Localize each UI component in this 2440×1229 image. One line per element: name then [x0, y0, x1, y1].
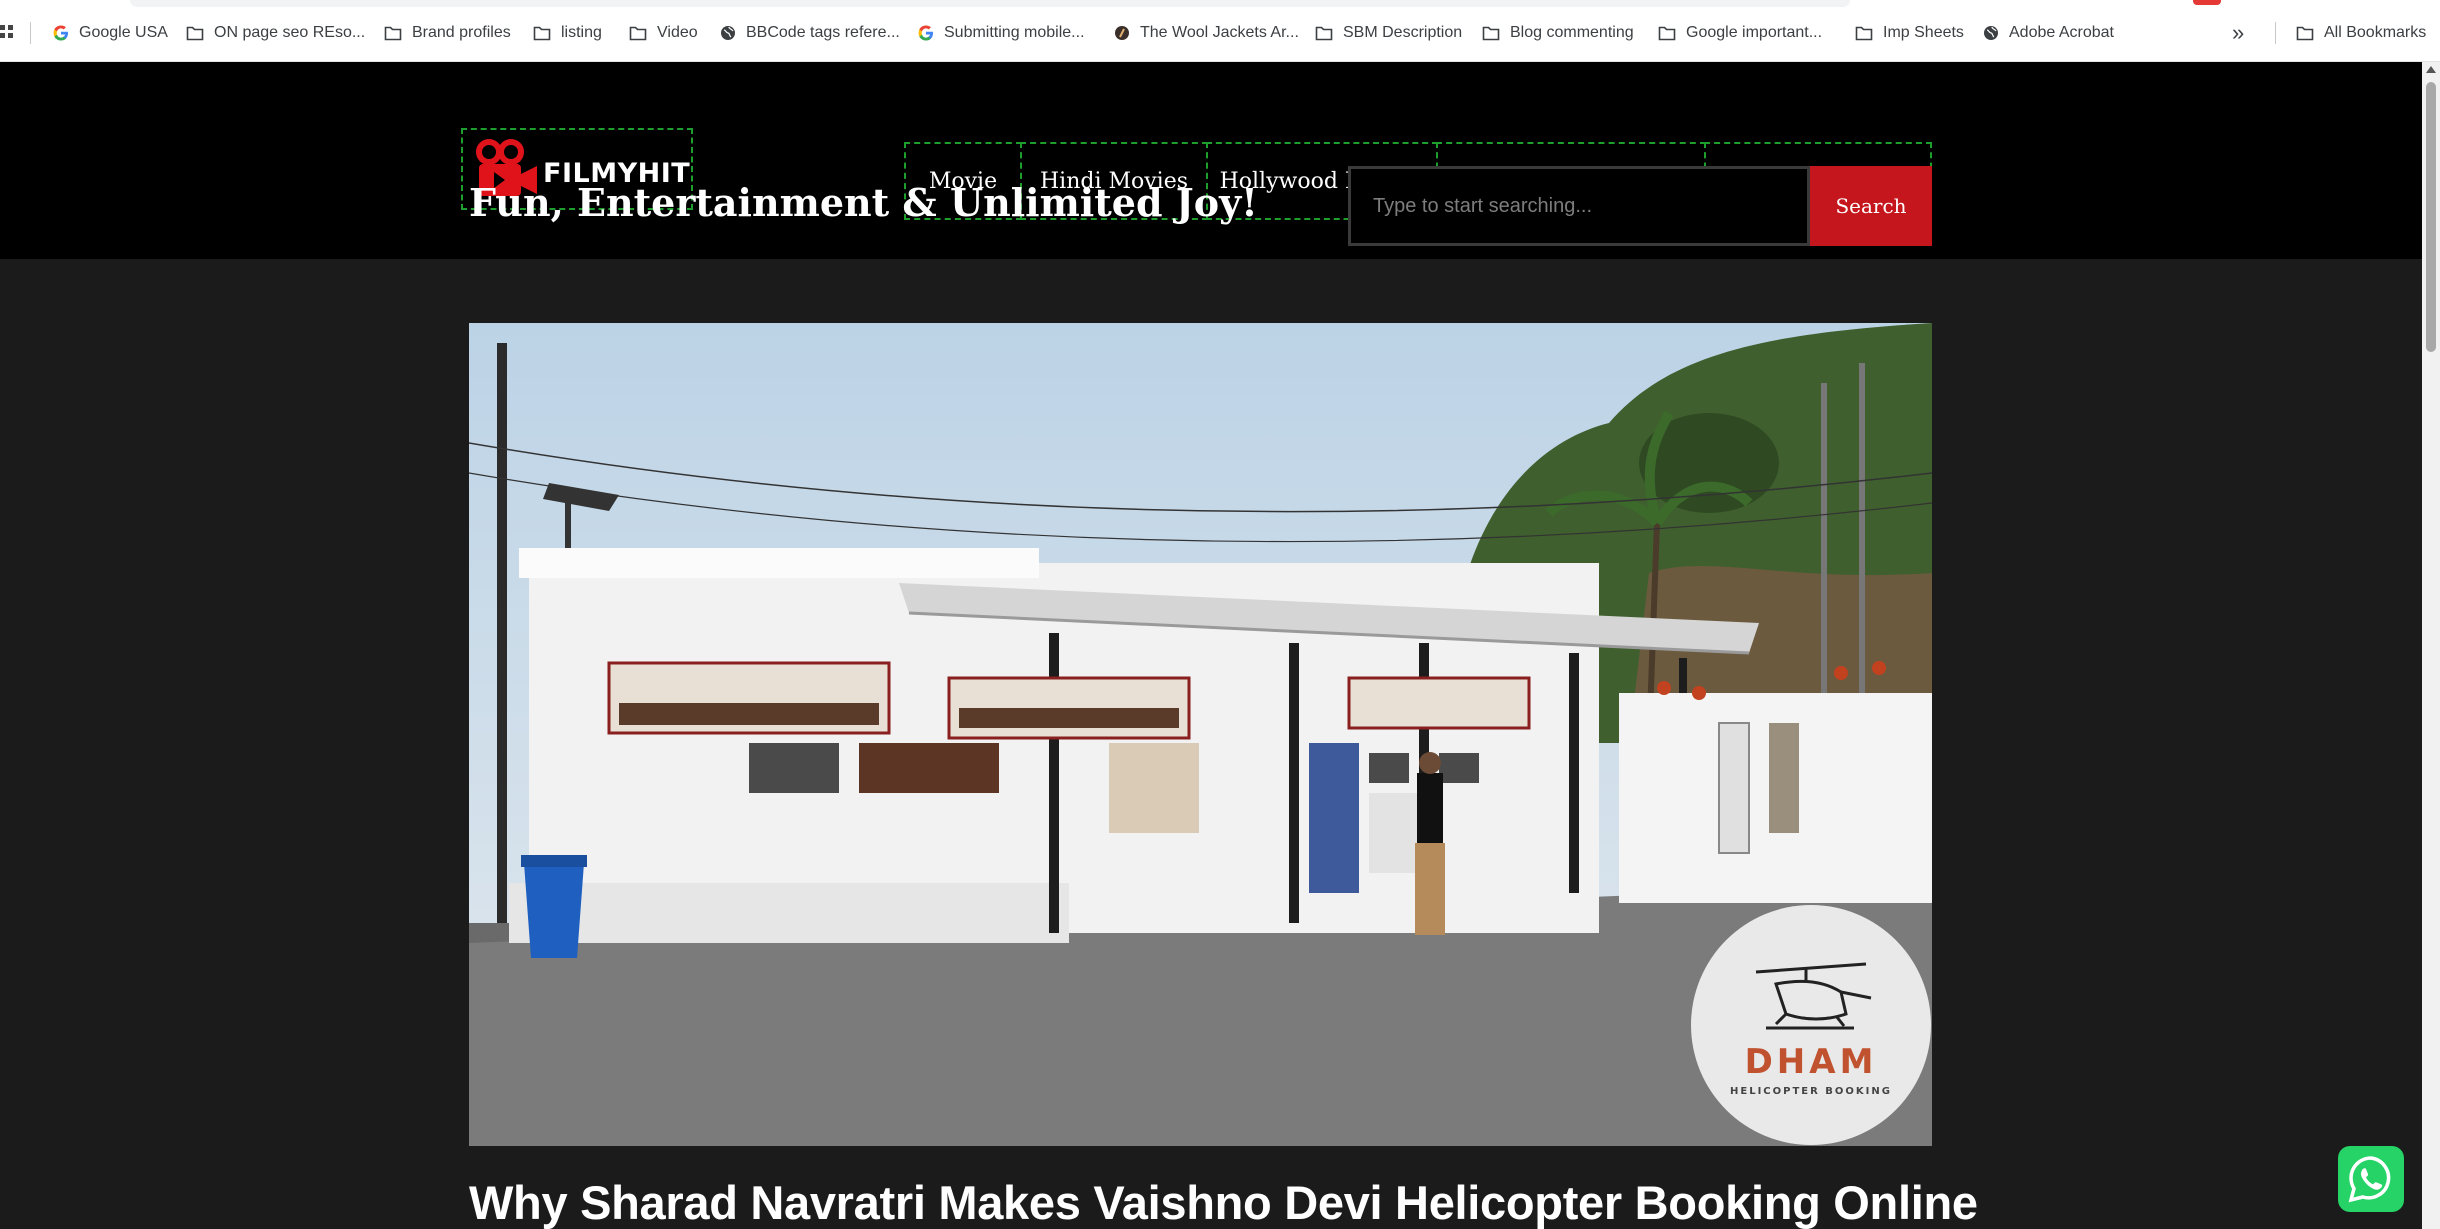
bookmark-label: Imp Sheets [1883, 24, 1964, 41]
folder-icon [533, 26, 551, 41]
bookmark-label: ON page seo REso... [214, 24, 366, 41]
more-bookmarks-chevron-icon[interactable]: » [2232, 20, 2244, 46]
folder-icon [186, 26, 204, 41]
folder-icon [1315, 26, 1333, 41]
scrollbar-thumb[interactable] [2426, 82, 2436, 352]
search-button[interactable]: Search [1810, 166, 1932, 246]
site-header: FILMYHIT Movie Hindi Movies Hollywood Mo… [0, 62, 2440, 259]
folder-icon [629, 26, 647, 41]
scroll-up-arrow-icon[interactable] [2426, 66, 2436, 73]
bookmark-blog-commenting[interactable]: Blog commenting [1482, 21, 1634, 45]
bookmark-label: Video [657, 24, 698, 41]
bookmark-label: BBCode tags refere... [746, 24, 900, 41]
apps-grid-icon[interactable] [0, 25, 14, 39]
bookmark-brand-profiles[interactable]: Brand profiles [384, 21, 511, 45]
bookmark-wool-jackets[interactable]: The Wool Jackets Ar... [1114, 21, 1299, 45]
search-input[interactable] [1348, 166, 1810, 246]
folder-icon [384, 26, 402, 41]
bookmark-listing[interactable]: listing [533, 21, 602, 45]
google-icon [53, 25, 68, 41]
folder-icon [1855, 26, 1873, 41]
badge-title: DHAM [1744, 1042, 1878, 1082]
bookmarks-bar: Google USA ON page seo REso... Brand pro… [0, 0, 2440, 62]
address-bar-edge [130, 0, 1850, 7]
whatsapp-button[interactable] [2338, 1146, 2404, 1212]
bookmark-on-page-seo[interactable]: ON page seo REso... [186, 21, 365, 45]
bookmarks-separator [2275, 22, 2276, 44]
bookmark-label: Google USA [79, 24, 168, 41]
globe-icon [1984, 26, 1998, 40]
site-tagline: Fun, Entertainment & Unlimited Joy! [469, 180, 1258, 225]
folder-icon [1482, 26, 1500, 41]
bookmark-label: Submitting mobile... [944, 24, 1085, 41]
badge-subtitle: HELICOPTER BOOKING [1730, 1086, 1892, 1097]
bookmark-label: listing [561, 24, 602, 41]
bookmark-submitting-mobile[interactable]: Submitting mobile... [918, 21, 1085, 45]
bookmark-label: The Wool Jackets Ar... [1140, 24, 1299, 41]
dham-helicopter-badge: DHAM HELICOPTER BOOKING [1691, 905, 1931, 1145]
extension-badge[interactable] [2193, 0, 2221, 5]
google-icon [918, 25, 933, 41]
bookmark-label: Blog commenting [1510, 24, 1634, 41]
bookmark-label: SBM Description [1343, 24, 1463, 41]
site-icon [1115, 26, 1129, 40]
bookmark-label: Adobe Acrobat [2009, 24, 2114, 41]
folder-icon [2296, 26, 2314, 41]
helicopter-icon [1755, 962, 1872, 1030]
whatsapp-icon [2348, 1156, 2391, 1203]
bookmark-label: Brand profiles [412, 24, 511, 41]
all-bookmarks-button[interactable]: All Bookmarks [2296, 21, 2426, 45]
bookmark-google-usa[interactable]: Google USA [53, 21, 168, 45]
bookmark-sbm-description[interactable]: SBM Description [1315, 21, 1462, 45]
bookmark-label: Google important... [1686, 24, 1823, 41]
bookmark-adobe-acrobat[interactable]: Adobe Acrobat [1983, 21, 2114, 45]
bookmark-bbcode-tags[interactable]: BBCode tags refere... [720, 21, 900, 45]
bookmarks-separator [30, 22, 31, 44]
bookmark-video[interactable]: Video [629, 21, 698, 45]
bookmark-imp-sheets[interactable]: Imp Sheets [1855, 21, 1964, 45]
bookmark-google-important[interactable]: Google important... [1658, 21, 1822, 45]
featured-image[interactable]: DHAM HELICOPTER BOOKING [469, 323, 1932, 1146]
article-title[interactable]: Why Sharad Navratri Makes Vaishno Devi H… [469, 1175, 1978, 1229]
globe-icon [721, 26, 735, 40]
page-scrollbar[interactable] [2422, 62, 2440, 1229]
folder-icon [1658, 26, 1676, 41]
all-bookmarks-label: All Bookmarks [2324, 24, 2427, 41]
